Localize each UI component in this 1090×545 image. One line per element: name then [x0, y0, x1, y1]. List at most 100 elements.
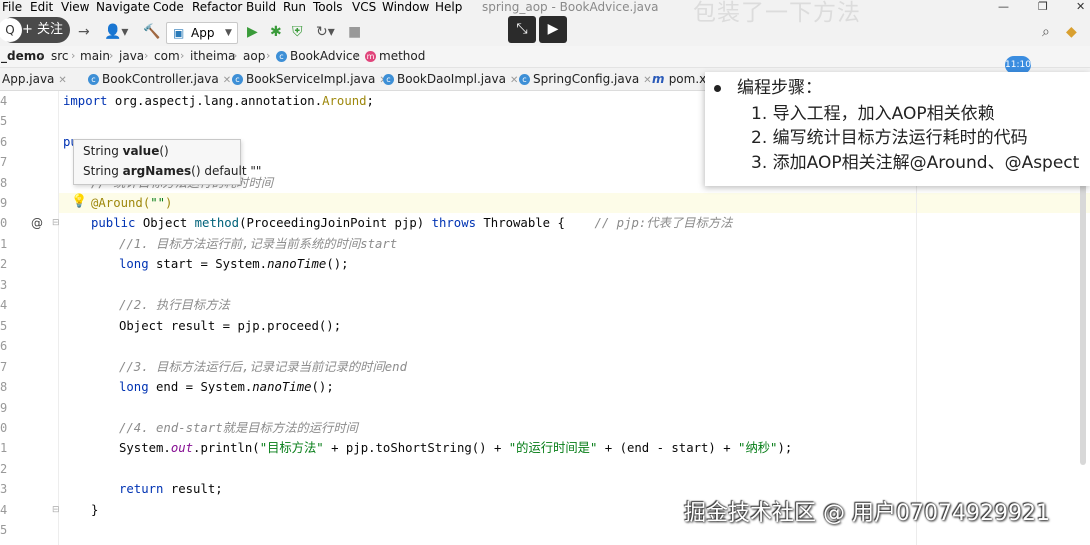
current-line-highlight [59, 193, 1090, 213]
tab-spring-config[interactable]: c SpringConfig.java ✕ [519, 71, 652, 89]
step-item: 1. 导入工程，加入AOP相关依赖 [751, 104, 995, 124]
code-line-4: import org.aspectj.lang.annotation.Aroun… [63, 94, 374, 108]
menu-navigate[interactable]: Navigate [96, 0, 150, 15]
forward-arrow-icon[interactable]: → [78, 24, 90, 40]
menu-build[interactable]: Build [246, 0, 276, 15]
tab-book-dao-impl[interactable]: c BookDaoImpl.java ✕ [383, 71, 518, 89]
class-icon: c [276, 51, 287, 62]
tab-label: BookDaoImpl.java [397, 72, 506, 86]
code-line-17: //3. 目标方法运行后,记录记录当前记录的时间end [119, 360, 407, 374]
line-number: 6 [0, 135, 8, 149]
menu-run[interactable]: Run [283, 0, 306, 15]
line-number: 5 [0, 114, 8, 128]
line-number: 4 [0, 503, 8, 517]
menu-refactor[interactable]: Refactor [192, 0, 242, 15]
search-icon[interactable]: ⌕ [1042, 24, 1050, 40]
maven-icon: m [652, 72, 669, 86]
tab-label: App.java [2, 72, 55, 86]
override-at-icon[interactable]: @ [31, 213, 43, 233]
menu-tools[interactable]: Tools [313, 0, 343, 15]
chevron-down-icon: ▼ [225, 28, 232, 38]
lightbulb-icon[interactable]: 💡 [71, 193, 87, 211]
breadcrumb-method[interactable]: m method [365, 48, 425, 64]
run-config-select[interactable]: ▣ App ▼ [166, 22, 238, 44]
code-line-12: long start = System.nanoTime(); [119, 257, 349, 271]
breadcrumb-aop[interactable]: aop [243, 48, 265, 64]
restore-icon[interactable]: ❐ [1038, 0, 1048, 14]
breadcrumb-java[interactable]: java [119, 48, 144, 64]
code-line-11: //1. 目标方法运行前,记录当前系统的时间start [119, 237, 398, 251]
build-hammer-icon[interactable]: 🔨 [143, 24, 160, 40]
popup-item-argnames[interactable]: String argNames() default "" [83, 162, 261, 180]
tab-app[interactable]: App.java ✕ [2, 71, 67, 89]
menu-bar: File Edit View Navigate Code Refactor Bu… [0, 0, 1090, 16]
code-line-15: Object result = pjp.proceed(); [119, 319, 342, 333]
breadcrumb-src[interactable]: src [51, 48, 69, 64]
video-icon[interactable]: ▶ [539, 16, 567, 43]
line-number: 4 [0, 94, 8, 108]
code-line-9: @Around("") [91, 196, 173, 210]
line-number: 1 [0, 237, 8, 251]
avatar: Q [0, 18, 22, 42]
follow-button[interactable]: Q + 关注 [0, 17, 70, 43]
vertical-scrollbar[interactable] [1080, 180, 1086, 465]
code-line-14: //2. 执行目标方法 [119, 298, 230, 312]
close-icon[interactable]: ✕ [1076, 0, 1085, 14]
line-number: 4 [0, 298, 8, 312]
line-number: 9 [0, 196, 8, 210]
line-number: 7 [0, 360, 8, 374]
line-number: 8 [0, 380, 8, 394]
breadcrumb-com[interactable]: com [154, 48, 180, 64]
line-number: 5 [0, 523, 8, 537]
breadcrumb-method-label: method [379, 49, 426, 63]
breadcrumb-main[interactable]: main [80, 48, 110, 64]
close-icon[interactable]: ✕ [223, 75, 231, 86]
run-icon[interactable]: ▶ [247, 24, 258, 40]
tab-book-service-impl[interactable]: cBookServiceImpl.java✕ [232, 71, 388, 89]
line-number: 2 [0, 462, 8, 476]
coverage-icon[interactable]: ⛨ [292, 24, 303, 40]
line-number: 0 [0, 421, 8, 435]
app-config-icon: ▣ [173, 26, 185, 40]
line-number: 6 [0, 339, 8, 353]
steps-panel: 编程步骤： 1. 导入工程，加入AOP相关依赖 2. 编写统计目标方法运行耗时的… [705, 72, 1090, 186]
popup-item-value[interactable]: String value() [83, 142, 169, 160]
run-config-label: App [191, 26, 215, 40]
class-icon: c [232, 74, 243, 85]
class-icon: c [88, 74, 99, 85]
follow-label: + 关注 [22, 22, 64, 37]
tab-label: BookController.java [102, 72, 219, 86]
menu-window[interactable]: Window [382, 0, 429, 15]
menu-code[interactable]: Code [153, 0, 184, 15]
close-icon[interactable]: ✕ [58, 75, 66, 86]
menu-view[interactable]: View [61, 0, 89, 15]
code-line-18: long end = System.nanoTime(); [119, 380, 334, 394]
line-number: 8 [0, 176, 8, 190]
breadcrumb-itheima[interactable]: itheima [190, 48, 235, 64]
menu-file[interactable]: File [2, 0, 22, 15]
stop-icon[interactable]: ■ [348, 24, 361, 40]
breadcrumb-class[interactable]: c BookAdvice [276, 48, 360, 64]
capture-icon[interactable]: ⤡ [508, 16, 536, 43]
line-number: 5 [0, 319, 8, 333]
menu-help[interactable]: Help [435, 0, 462, 15]
line-number: 3 [0, 278, 8, 292]
video-subtitle-text: 包装了一下方法 [693, 0, 861, 26]
debug-icon[interactable]: ✱ [270, 24, 282, 40]
user-config-icon[interactable]: 👤▾ [104, 24, 128, 40]
close-icon[interactable]: ✕ [643, 75, 651, 86]
profile-icon[interactable]: ↻▾ [316, 24, 335, 40]
code-line-24: } [91, 503, 99, 517]
ide-logo-icon[interactable]: ◆ [1066, 24, 1077, 40]
minimize-icon[interactable]: — [998, 0, 1009, 14]
tab-book-controller[interactable]: c BookController.java ✕ [88, 71, 231, 89]
window-title: spring_aop - BookAdvice.java [482, 0, 659, 14]
menu-vcs[interactable]: VCS [352, 0, 376, 15]
line-number: 1 [0, 441, 8, 455]
step-item: 3. 添加AOP相关注解@Around、@Aspect [751, 153, 1080, 173]
line-number: 0 [0, 216, 8, 230]
menu-edit[interactable]: Edit [30, 0, 53, 15]
breadcrumb-project[interactable]: _demo [1, 48, 44, 64]
line-gutter: 4 5 6 7 8 9 0 1 2 3 4 5 6 7 8 9 0 1 2 3 … [0, 91, 60, 545]
close-icon[interactable]: ✕ [510, 75, 518, 86]
